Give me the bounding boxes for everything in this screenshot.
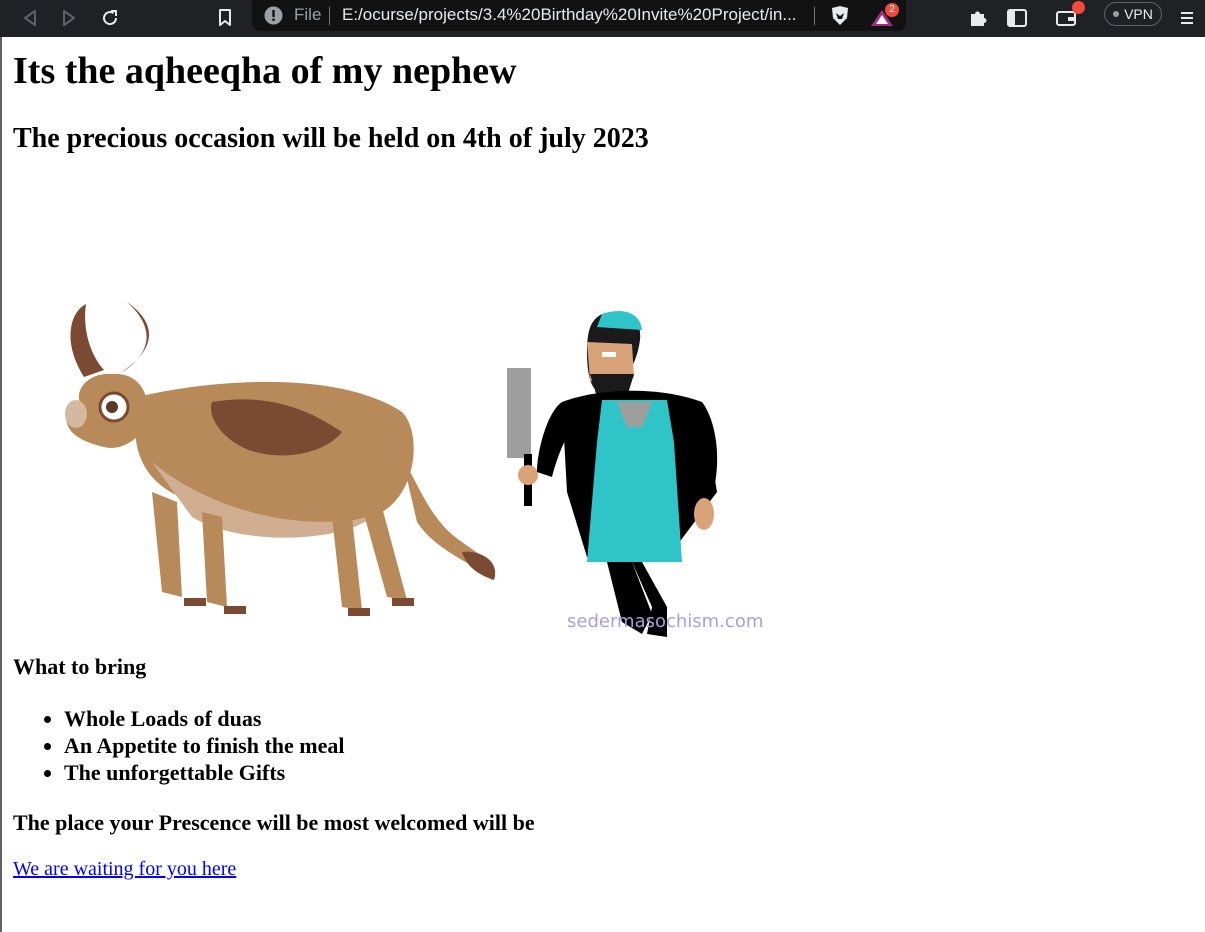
brave-rewards-button[interactable]: 2 [868, 3, 900, 29]
back-button[interactable] [16, 4, 44, 32]
what-to-bring-heading: What to bring [13, 654, 147, 679]
vpn-button[interactable]: VPN [1104, 2, 1162, 26]
page-title: Its the aqheeqha of my nephew [13, 50, 517, 92]
bring-list: Whole Loads of duas An Appetite to finis… [24, 705, 345, 786]
list-item: Whole Loads of duas [64, 705, 345, 732]
list-item: An Appetite to finish the meal [64, 732, 345, 759]
sidebar-icon [1007, 9, 1027, 27]
url-text[interactable]: E:/ocurse/projects/3.4%20Birthday%20Invi… [342, 5, 797, 25]
venue-link[interactable]: We are waiting for you here [13, 858, 236, 881]
file-scheme-label: File [294, 5, 322, 24]
bull-figure [65, 302, 496, 616]
bull-and-butcher-illustration [65, 302, 718, 637]
wallet-alert-dot [1072, 1, 1085, 14]
image-watermark: sedermasochism.com [567, 611, 764, 632]
reload-icon [103, 10, 118, 26]
page-content: Its the aqheeqha of my nephew The precio… [0, 37, 1205, 932]
bookmark-icon [219, 9, 231, 26]
info-icon [264, 6, 283, 25]
divider [814, 7, 815, 25]
butcher-figure [507, 310, 718, 637]
venue-heading: The place your Prescence will be most we… [13, 810, 535, 835]
puzzle-piece-icon [971, 11, 987, 26]
menu-button[interactable] [1173, 4, 1201, 32]
list-item: The unforgettable Gifts [64, 759, 345, 786]
forward-button[interactable] [55, 4, 83, 32]
event-date-heading: The precious occasion will be held on 4t… [13, 123, 649, 154]
vpn-status-dot [1113, 11, 1120, 17]
extensions-button[interactable] [964, 4, 992, 32]
notification-badge: 2 [885, 3, 899, 17]
wallet-button[interactable] [1053, 1, 1085, 32]
browser-toolbar: File E:/ocurse/projects/3.4%20Birthday%2… [0, 0, 1205, 37]
back-arrow-icon [24, 10, 36, 26]
reload-button[interactable] [96, 4, 124, 32]
divider [329, 7, 330, 25]
vpn-label: VPN [1124, 6, 1153, 22]
bookmark-button[interactable] [211, 4, 239, 32]
hamburger-menu-icon [1181, 12, 1193, 24]
sidebar-button[interactable] [1003, 4, 1031, 32]
brave-shields-icon[interactable] [830, 5, 850, 26]
forward-arrow-icon [63, 10, 75, 26]
address-bar[interactable]: File E:/ocurse/projects/3.4%20Birthday%2… [252, 0, 906, 31]
